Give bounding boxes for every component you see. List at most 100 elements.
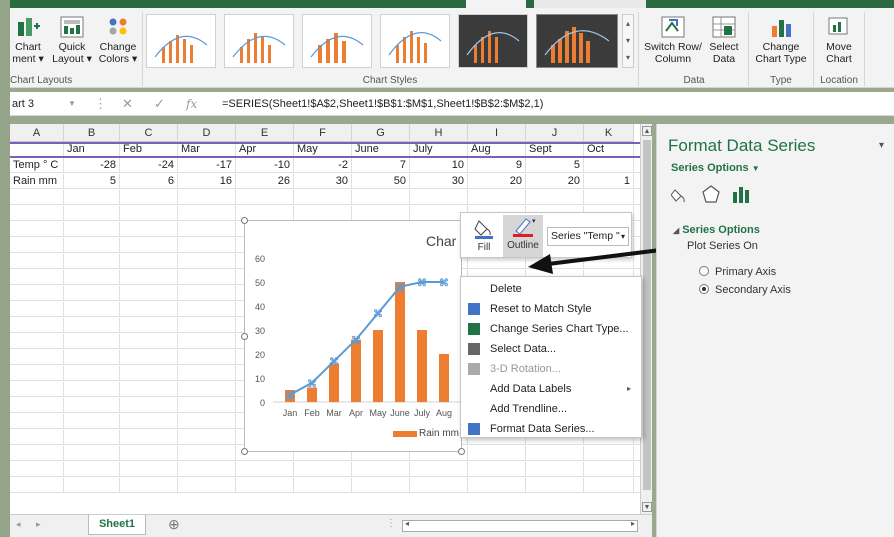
move-chart-button[interactable]: Move Chart xyxy=(816,16,862,65)
table-cell[interactable] xyxy=(120,382,178,397)
sheet-tab[interactable]: Sheet1 xyxy=(88,515,146,535)
table-cell[interactable] xyxy=(526,190,584,205)
table-cell[interactable] xyxy=(178,238,236,253)
table-cell[interactable] xyxy=(10,334,64,349)
table-cell[interactable] xyxy=(120,478,178,493)
table-cell[interactable] xyxy=(10,206,64,221)
table-cell[interactable] xyxy=(10,414,64,429)
context-menu-item[interactable]: Format Data Series... xyxy=(461,419,641,439)
table-cell[interactable] xyxy=(178,206,236,221)
table-cell[interactable] xyxy=(64,430,120,445)
splitter-icon[interactable]: ⋮ xyxy=(386,518,396,529)
table-cell[interactable] xyxy=(10,302,64,317)
table-cell[interactable] xyxy=(64,334,120,349)
table-cell[interactable]: 16 xyxy=(178,174,236,189)
table-cell[interactable]: -28 xyxy=(64,158,120,173)
table-cell[interactable]: 20 xyxy=(526,174,584,189)
table-cell[interactable] xyxy=(178,222,236,237)
table-cell[interactable] xyxy=(64,446,120,461)
table-cell[interactable] xyxy=(64,254,120,269)
line-point-marker[interactable]: ⌘ xyxy=(307,379,317,390)
table-cell[interactable] xyxy=(120,302,178,317)
table-cell[interactable] xyxy=(236,190,294,205)
series-options-dropdown[interactable]: Series Options ▼ xyxy=(671,162,760,174)
table-cell[interactable] xyxy=(120,462,178,477)
table-cell[interactable] xyxy=(10,286,64,301)
add-chart-element-button[interactable]: Chart ment ▾ xyxy=(10,16,46,65)
table-cell[interactable]: -24 xyxy=(120,158,178,173)
table-cell[interactable] xyxy=(178,414,236,429)
column-header[interactable]: D xyxy=(178,124,236,142)
table-cell[interactable] xyxy=(120,318,178,333)
table-cell[interactable] xyxy=(120,334,178,349)
change-colors-button[interactable]: Change Colors ▾ xyxy=(96,16,140,65)
formula-input[interactable]: =SERIES(Sheet1!$A$2,Sheet1!$B$1:$M$1,She… xyxy=(222,95,543,113)
table-cell[interactable] xyxy=(178,302,236,317)
scroll-up-icon[interactable]: ▲ xyxy=(642,126,652,136)
table-cell[interactable] xyxy=(526,462,584,477)
table-cell[interactable] xyxy=(10,318,64,333)
bar-rain[interactable] xyxy=(351,339,361,402)
table-cell[interactable]: 5 xyxy=(64,174,120,189)
primary-axis-radio-button[interactable] xyxy=(699,266,709,276)
table-cell[interactable] xyxy=(10,222,64,237)
table-cell[interactable] xyxy=(178,286,236,301)
table-cell[interactable] xyxy=(178,270,236,285)
table-cell[interactable] xyxy=(352,478,410,493)
column-header[interactable]: H xyxy=(410,124,468,142)
table-cell[interactable] xyxy=(120,206,178,221)
table-cell[interactable] xyxy=(64,382,120,397)
table-cell[interactable]: 20 xyxy=(468,174,526,189)
table-cell[interactable]: July xyxy=(410,142,468,157)
table-cell[interactable] xyxy=(468,446,526,461)
select-data-button[interactable]: Select Data xyxy=(706,16,742,65)
table-cell[interactable] xyxy=(120,414,178,429)
table-cell[interactable] xyxy=(64,206,120,221)
table-cell[interactable] xyxy=(410,478,468,493)
table-cell[interactable]: 1 xyxy=(584,174,634,189)
table-cell[interactable] xyxy=(352,190,410,205)
table-cell[interactable] xyxy=(294,462,352,477)
change-chart-type-button[interactable]: Change Chart Type xyxy=(752,16,810,65)
table-cell[interactable] xyxy=(178,430,236,445)
table-cell[interactable] xyxy=(64,190,120,205)
column-header[interactable]: E xyxy=(236,124,294,142)
table-cell[interactable] xyxy=(468,190,526,205)
add-sheet-icon[interactable]: ⊕ xyxy=(168,516,180,533)
table-cell[interactable] xyxy=(10,254,64,269)
table-cell[interactable] xyxy=(584,446,634,461)
table-cell[interactable] xyxy=(120,254,178,269)
line-point-marker[interactable]: ⌘ xyxy=(439,278,449,289)
series-options-section-header[interactable]: ◢ Series Options xyxy=(673,224,760,236)
column-header[interactable]: I xyxy=(468,124,526,142)
table-cell[interactable] xyxy=(120,286,178,301)
scroll-right-icon[interactable]: ▸ xyxy=(631,519,635,528)
table-cell[interactable]: 30 xyxy=(410,174,468,189)
table-cell[interactable] xyxy=(178,254,236,269)
table-cell[interactable] xyxy=(178,478,236,493)
table-cell[interactable] xyxy=(120,238,178,253)
table-cell[interactable] xyxy=(468,462,526,477)
table-cell[interactable] xyxy=(468,478,526,493)
table-cell[interactable] xyxy=(178,462,236,477)
table-cell[interactable] xyxy=(236,478,294,493)
table-cell[interactable] xyxy=(120,222,178,237)
table-cell[interactable] xyxy=(64,350,120,365)
chart-style-4[interactable] xyxy=(380,14,450,68)
table-cell[interactable] xyxy=(10,190,64,205)
line-point-marker[interactable]: ⌘ xyxy=(329,357,339,368)
table-cell[interactable] xyxy=(120,366,178,381)
table-cell[interactable] xyxy=(584,190,634,205)
name-box-dropdown-icon[interactable]: ▼ xyxy=(68,95,76,113)
table-cell[interactable] xyxy=(10,462,64,477)
resize-handle[interactable] xyxy=(241,333,248,340)
line-point-marker[interactable]: ⌘ xyxy=(395,283,405,294)
table-cell[interactable] xyxy=(64,286,120,301)
table-cell[interactable] xyxy=(10,350,64,365)
table-cell[interactable] xyxy=(64,318,120,333)
fill-line-icon[interactable] xyxy=(671,184,691,204)
bar-rain[interactable] xyxy=(329,363,339,402)
table-cell[interactable]: Feb xyxy=(120,142,178,157)
table-cell[interactable] xyxy=(64,222,120,237)
table-cell[interactable]: 26 xyxy=(236,174,294,189)
